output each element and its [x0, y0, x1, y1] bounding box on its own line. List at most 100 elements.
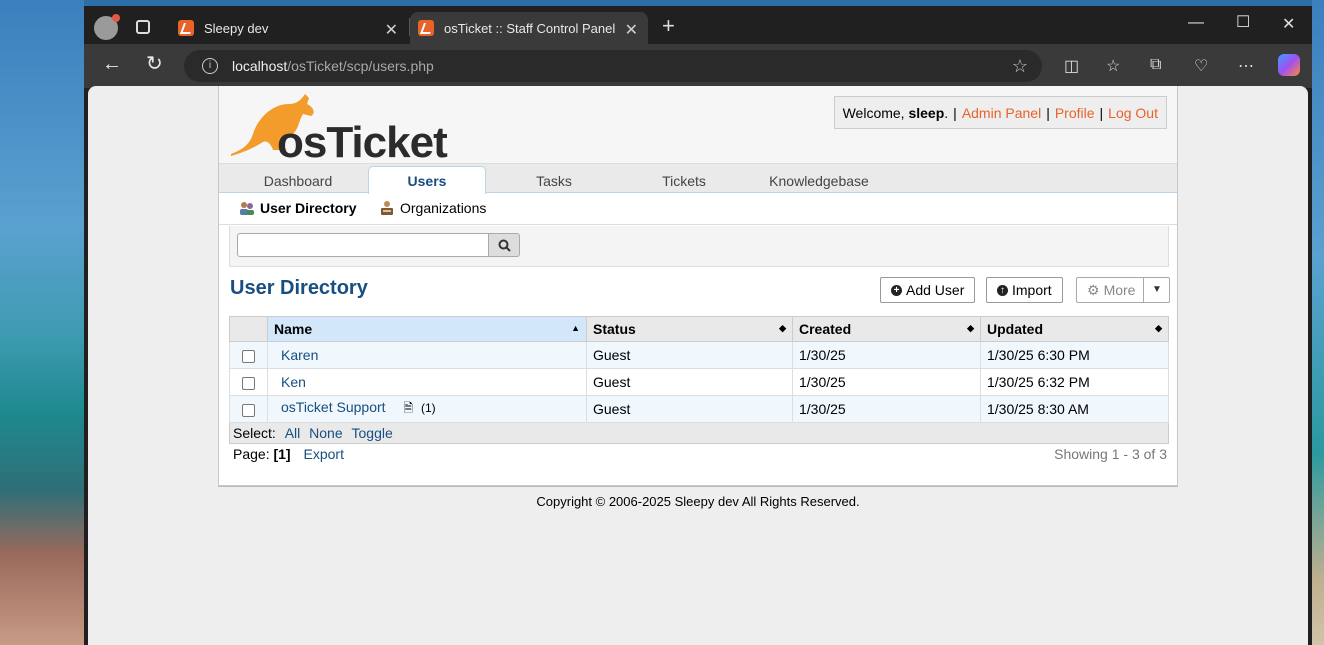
import-button[interactable]: ↑ Import	[986, 277, 1063, 303]
search-input[interactable]	[237, 233, 489, 257]
more-button[interactable]: ⚙ More ▼	[1076, 277, 1171, 303]
address-toolbar: ← ↻ i localhost/osTicket/scp/users.php ☆…	[84, 44, 1312, 88]
column-label: Status	[593, 321, 636, 337]
browser-window: Sleepy dev ✕ osTicket :: Staff Control P…	[84, 6, 1312, 645]
settings-more-icon[interactable]: ⋯	[1238, 56, 1254, 76]
welcome-suffix: .	[944, 104, 949, 121]
pagination: Page: [1] Export	[233, 446, 344, 462]
search-button[interactable]	[488, 233, 520, 257]
desktop-background-right	[1312, 0, 1324, 645]
results-count: Showing 1 - 3 of 3	[1054, 446, 1167, 462]
row-checkbox[interactable]	[242, 376, 255, 390]
table-row: Ken Guest 1/30/25 1/30/25 6:32 PM	[229, 368, 1169, 396]
row-checkbox[interactable]	[242, 403, 255, 417]
sort-asc-icon: ▲	[571, 323, 580, 333]
collections-icon[interactable]: ⧉	[1150, 56, 1161, 74]
page-label: Page:	[233, 446, 270, 462]
browser-tab-sleepy-dev[interactable]: Sleepy dev ✕	[170, 12, 408, 44]
tab-tasks[interactable]: Tasks	[509, 164, 599, 194]
tab-knowledgebase[interactable]: Knowledgebase	[759, 164, 879, 194]
column-label: Created	[799, 321, 852, 337]
column-header-name[interactable]: Name ▲	[267, 316, 587, 342]
split-screen-icon[interactable]: ◫	[1064, 56, 1079, 76]
close-tab-icon[interactable]: ✕	[625, 20, 638, 40]
copilot-icon[interactable]	[1278, 54, 1300, 76]
osticket-logo[interactable]: osTicket	[227, 90, 448, 167]
sort-icon: ◆	[1155, 323, 1162, 333]
select-none-link[interactable]: None	[304, 425, 342, 441]
tab-dashboard[interactable]: Dashboard	[243, 164, 353, 194]
status-cell: Guest	[586, 341, 793, 369]
url-path: /osTicket/scp/users.php	[287, 58, 434, 74]
subnav-organizations[interactable]: Organizations	[379, 200, 486, 216]
import-label: Import	[1012, 282, 1052, 298]
add-user-label: Add User	[906, 282, 965, 298]
profile-link[interactable]: Profile	[1055, 105, 1095, 121]
close-tab-icon[interactable]: ✕	[385, 20, 398, 40]
tab-tickets[interactable]: Tickets	[639, 164, 729, 194]
more-label: More	[1103, 282, 1136, 298]
osticket-favicon-icon	[178, 20, 194, 36]
name-cell: Karen	[267, 341, 587, 369]
admin-panel-link[interactable]: Admin Panel	[962, 105, 1041, 121]
close-window-icon[interactable]: ✕	[1282, 14, 1295, 34]
separator: |	[1046, 104, 1050, 121]
column-header-updated[interactable]: Updated ◆	[980, 316, 1169, 342]
export-link[interactable]: Export	[304, 446, 344, 462]
tab-actions-icon[interactable]	[136, 20, 150, 34]
maximize-icon[interactable]: ☐	[1236, 12, 1250, 32]
search-icon	[498, 239, 511, 252]
add-user-button[interactable]: + Add User	[880, 277, 976, 303]
row-checkbox-cell	[229, 395, 268, 423]
logout-link[interactable]: Log Out	[1108, 105, 1158, 121]
gear-icon: ⚙	[1087, 281, 1100, 298]
organization-icon	[379, 200, 395, 216]
desktop-background	[0, 0, 84, 645]
created-cell: 1/30/25	[792, 368, 981, 396]
favorites-icon[interactable]: ☆	[1106, 56, 1120, 76]
favorite-star-icon[interactable]: ☆	[1012, 56, 1028, 77]
refresh-icon[interactable]: ↻	[146, 54, 163, 74]
plus-circle-icon: +	[891, 284, 902, 296]
logo-text: osTicket	[277, 118, 448, 167]
tab-users[interactable]: Users	[368, 166, 486, 195]
updated-cell: 1/30/25 8:30 AM	[980, 395, 1169, 423]
name-cell: Ken	[267, 368, 587, 396]
browser-tab-osticket[interactable]: osTicket :: Staff Control Panel ✕	[410, 12, 648, 44]
subnav-user-directory[interactable]: User Directory	[239, 200, 357, 216]
sort-icon: ◆	[779, 323, 786, 333]
users-icon	[239, 200, 255, 216]
status-cell: Guest	[586, 368, 793, 396]
upload-circle-icon: ↑	[997, 284, 1008, 296]
minimize-icon[interactable]: —	[1188, 14, 1204, 32]
select-footer: Select: All None Toggle	[229, 422, 1169, 444]
page-title: User Directory	[230, 277, 368, 299]
row-checkbox-cell	[229, 368, 268, 396]
tab-bar: Sleepy dev ✕ osTicket :: Staff Control P…	[84, 6, 1312, 44]
chevron-down-icon[interactable]: ▼	[1143, 278, 1169, 302]
osticket-favicon-icon	[418, 20, 434, 36]
created-cell: 1/30/25	[792, 341, 981, 369]
welcome-box: Welcome, sleep. | Admin Panel | Profile …	[833, 96, 1167, 129]
checkbox-column-header	[229, 316, 268, 342]
browser-essentials-icon[interactable]: ♡	[1194, 56, 1208, 76]
welcome-label: Welcome,	[842, 104, 905, 121]
profile-avatar-icon[interactable]	[94, 14, 120, 40]
row-checkbox[interactable]	[242, 349, 255, 363]
select-toggle-link[interactable]: Toggle	[347, 425, 393, 441]
updated-cell: 1/30/25 6:32 PM	[980, 368, 1169, 396]
separator: |	[953, 104, 957, 121]
user-link[interactable]: osTicket Support	[274, 399, 386, 415]
notes-icon: 🗎	[403, 400, 414, 415]
new-tab-icon[interactable]: +	[662, 15, 675, 37]
column-header-status[interactable]: Status ◆	[586, 316, 793, 342]
select-label: Select:	[233, 425, 276, 441]
osticket-container: osTicket Welcome, sleep. | Admin Panel |…	[218, 86, 1178, 486]
address-bar[interactable]: i localhost/osTicket/scp/users.php ☆	[184, 50, 1042, 82]
column-header-created[interactable]: Created ◆	[792, 316, 981, 342]
user-link[interactable]: Karen	[274, 347, 318, 363]
site-info-icon[interactable]: i	[202, 58, 218, 74]
back-icon[interactable]: ←	[102, 54, 122, 74]
user-link[interactable]: Ken	[274, 374, 306, 390]
select-all-link[interactable]: All	[280, 425, 301, 441]
